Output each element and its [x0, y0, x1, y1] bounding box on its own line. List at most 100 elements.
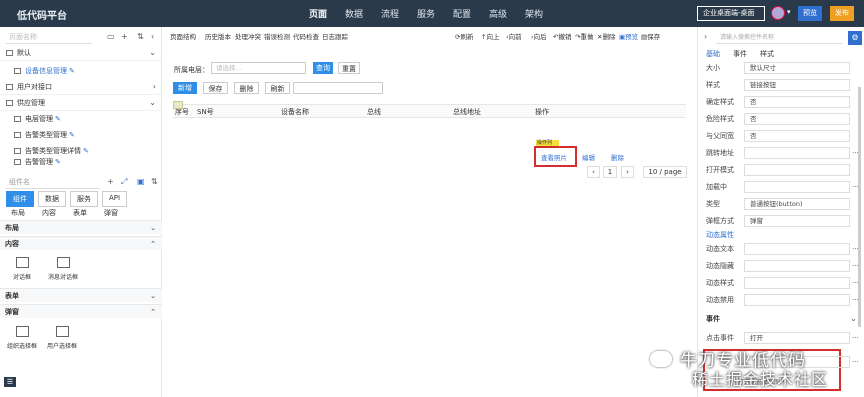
prop-open-mode-select[interactable] — [744, 164, 850, 176]
query-button[interactable]: 查询 — [313, 62, 333, 74]
toolbar-preview[interactable]: ▣预览 — [619, 31, 638, 41]
toolbar-error-check[interactable]: 错误检测 — [264, 31, 290, 41]
delete-button[interactable]: 删除 — [234, 82, 259, 94]
prop-full-width-select[interactable]: 否 — [744, 130, 850, 142]
more-icon[interactable]: ··· — [852, 355, 859, 369]
prop-style-select[interactable]: 链接按钮 — [744, 79, 850, 91]
section-layout[interactable]: 布局 ⌄ — [0, 220, 162, 234]
avatar[interactable] — [771, 6, 785, 20]
nav-process[interactable]: 流程 — [372, 7, 408, 20]
prop-loading-input[interactable] — [744, 181, 850, 193]
toolbar-save[interactable]: ▤保存 — [641, 31, 660, 41]
tree-item-layer[interactable]: 电层管理 ✎ — [0, 111, 162, 127]
component-search-input[interactable]: 组件名 — [6, 177, 100, 189]
toolbar-log[interactable]: 日志跟踪 — [322, 31, 348, 41]
save-button[interactable]: 保存 — [203, 82, 228, 94]
tree-group-supply[interactable]: 供应管理 ⌄ — [0, 95, 162, 111]
layer-select[interactable]: 请选择... — [211, 62, 306, 74]
nav-page[interactable]: 页面 — [300, 7, 336, 20]
edit-icon[interactable]: ✎ — [69, 131, 75, 139]
nav-data[interactable]: 数据 — [336, 7, 372, 20]
section-form[interactable]: 表单 ⌄ — [0, 288, 162, 302]
add-icon[interactable]: + — [107, 177, 114, 186]
chevron-down-icon[interactable]: ▾ — [787, 8, 791, 16]
toolbar-code-check[interactable]: 代码检查 — [293, 31, 319, 41]
publish-button[interactable]: 发布 — [830, 6, 854, 21]
chevron-left-icon[interactable]: › — [704, 32, 707, 41]
nav-config[interactable]: 配置 — [444, 7, 480, 20]
tab-components[interactable]: 组件 — [6, 191, 34, 207]
tree-group-default[interactable]: 默认 ⌄ — [0, 45, 162, 61]
table-search-input[interactable] — [293, 82, 383, 94]
toolbar-delete[interactable]: ✕删除 — [597, 31, 615, 41]
edit-icon[interactable]: ✎ — [83, 147, 89, 155]
dynamic-disabled-input[interactable] — [744, 294, 850, 306]
scrollbar[interactable] — [858, 87, 861, 327]
preview-button[interactable]: 预览 — [798, 6, 822, 21]
page-search-input[interactable]: 页面名称 — [6, 32, 92, 44]
subtab-form[interactable]: 表单 — [73, 208, 87, 218]
collapse-icon[interactable]: ‹ — [151, 32, 154, 41]
tab-events[interactable]: 事件 — [733, 49, 747, 59]
prop-danger-select[interactable]: 否 — [744, 113, 850, 125]
prop-type-select[interactable]: 普通按钮(button) — [744, 198, 850, 210]
toolbar-forward[interactable]: ‹向前 — [506, 31, 522, 41]
toolbar-page-structure[interactable]: 页面结构 — [170, 31, 196, 41]
section-popup[interactable]: 弹窗 ⌃ — [0, 304, 162, 318]
folder-icon[interactable]: ▭ — [107, 32, 115, 41]
edit-icon[interactable]: ✎ — [55, 115, 61, 123]
nav-advanced[interactable]: 高级 — [480, 7, 516, 20]
delete-link[interactable]: 删除 — [611, 152, 624, 162]
tab-data[interactable]: 数据 — [38, 191, 66, 207]
refresh-button[interactable]: 刷新 — [265, 82, 290, 94]
app-select[interactable]: 企业桌面端-桌面 — [697, 6, 765, 21]
prop-popup-mode-select[interactable]: 弹窗 — [744, 215, 850, 227]
reset-button[interactable]: 重置 — [338, 62, 360, 74]
subtab-content[interactable]: 内容 — [42, 208, 56, 218]
nav-architecture[interactable]: 架构 — [516, 7, 552, 20]
dynamic-text-input[interactable] — [744, 243, 850, 255]
tab-api[interactable]: API — [102, 191, 128, 207]
tree-item-alarm[interactable]: 告警管理 ✎ — [0, 157, 162, 167]
current-page[interactable]: 1 — [603, 166, 617, 178]
tab-style[interactable]: 样式 — [760, 49, 774, 59]
chevron-down-icon[interactable]: ⌄ — [850, 314, 857, 323]
component-org-select[interactable]: 组织选择框 — [0, 326, 44, 350]
subtab-popup[interactable]: 弹窗 — [104, 208, 118, 218]
toolbar-back[interactable]: ›向后 — [531, 31, 547, 41]
section-content[interactable]: 内容 ⌃ — [0, 236, 162, 250]
page-size-select[interactable]: 10 / page — [643, 166, 687, 178]
event-row-2-input[interactable] — [744, 356, 850, 368]
property-search-input[interactable]: 请输入搜索控件名称 — [716, 32, 842, 44]
prop-href-input[interactable] — [744, 147, 850, 159]
dynamic-hidden-input[interactable] — [744, 260, 850, 272]
tree-item-device-info[interactable]: 设备信息管理 ✎ — [0, 63, 162, 79]
toolbar-refresh[interactable]: ⟳刷新 — [455, 31, 473, 41]
gear-icon[interactable]: ⚙ — [848, 31, 862, 45]
toolbar-redo[interactable]: ↷重做 — [575, 31, 593, 41]
subtab-layout[interactable]: 布局 — [11, 208, 25, 218]
toolbar-history[interactable]: 历史版本 — [205, 31, 231, 41]
edit-icon[interactable]: ✎ — [69, 67, 75, 75]
edit-link[interactable]: 编辑 — [582, 152, 595, 162]
sort-icon[interactable]: ⇅ — [137, 32, 144, 41]
resize-icon[interactable]: ⤢ — [121, 177, 127, 187]
edit-icon[interactable]: ✎ — [55, 158, 61, 166]
tab-service[interactable]: 服务 — [70, 191, 98, 207]
tab-basic[interactable]: 基础 — [706, 49, 720, 59]
tree-group-user-interface[interactable]: 用户对接口 › — [0, 79, 162, 95]
toolbar-conflict[interactable]: 处理冲突 — [235, 31, 261, 41]
component-user-select[interactable]: 用户选择框 — [40, 326, 84, 350]
component-message-dialog[interactable]: 消息对话框 — [38, 257, 88, 281]
prop-confirm-select[interactable]: 否 — [744, 96, 850, 108]
tree-item-alarm-type[interactable]: 告警类型管理 ✎ — [0, 127, 162, 143]
row-handle-icon[interactable] — [173, 101, 183, 109]
add-icon[interactable]: + — [121, 32, 128, 41]
sort-icon[interactable]: ⇅ — [151, 177, 158, 186]
add-button[interactable]: 新增 — [173, 82, 197, 94]
more-icon[interactable]: ··· — [852, 331, 859, 345]
toolbar-up[interactable]: ↑向上 — [481, 31, 499, 41]
event-click-select[interactable]: 打开 — [744, 332, 850, 344]
prop-size-select[interactable]: 默认尺寸 — [744, 62, 850, 74]
view-photo-link[interactable]: 查看照片 — [541, 152, 567, 162]
